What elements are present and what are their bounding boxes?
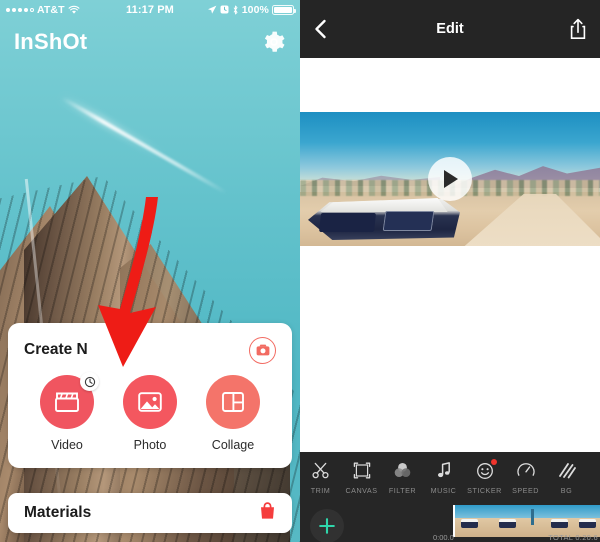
tool-canvas[interactable]: CANVAS xyxy=(341,460,382,495)
video-frame[interactable] xyxy=(300,112,600,246)
tool-filter[interactable]: FILTER xyxy=(382,460,423,495)
create-panel-title: Create N xyxy=(24,341,88,358)
tool-label: BG xyxy=(560,486,573,495)
timeline-row: 0:00.0 TOTAL 0:20.6 xyxy=(300,502,600,542)
battery-full-icon xyxy=(272,4,296,15)
battery-percent-label: 100% xyxy=(241,3,269,16)
edit-header: Edit xyxy=(300,0,600,58)
crop-frame-icon xyxy=(353,460,371,481)
page-title: Edit xyxy=(436,21,464,37)
materials-row[interactable]: Materials xyxy=(8,493,292,533)
status-bar-right: 100% xyxy=(207,3,296,16)
create-action-video[interactable]: Video xyxy=(30,372,104,452)
share-upload-icon[interactable] xyxy=(569,18,587,40)
shopping-bag-icon[interactable] xyxy=(259,501,276,525)
grid-layout-icon[interactable] xyxy=(206,375,260,429)
status-badge xyxy=(491,459,497,465)
bluetooth-icon xyxy=(232,5,239,15)
image-icon[interactable] xyxy=(123,375,177,429)
create-actions-row: Video Photo Collage xyxy=(24,372,276,452)
edit-toolbar-area: TRIM CANVAS FILTER MUSIC STICKER SPEED B… xyxy=(300,452,600,542)
create-action-label: Video xyxy=(51,438,83,452)
alarm-icon xyxy=(220,5,229,14)
create-action-label: Collage xyxy=(211,438,255,452)
tool-label: SPEED xyxy=(512,486,539,495)
play-icon[interactable] xyxy=(428,157,472,201)
gear-icon[interactable] xyxy=(262,30,286,54)
tool-music[interactable]: MUSIC xyxy=(423,460,464,495)
left-screen-home: AT&T 11:17 PM 100% InShOt Create N Video… xyxy=(0,0,300,542)
create-action-photo[interactable]: Photo xyxy=(113,375,187,452)
scissors-icon xyxy=(312,460,329,481)
camera-icon[interactable] xyxy=(249,336,276,364)
timeline-total-time: TOTAL 0:20.6 xyxy=(548,533,598,542)
clapperboard-icon[interactable] xyxy=(40,372,99,429)
app-logo-text: InShOt xyxy=(14,29,88,54)
dual-screenshot-container: AT&T 11:17 PM 100% InShOt Create N Video… xyxy=(0,0,600,542)
tool-label: FILTER xyxy=(388,486,417,495)
timeline-times: 0:00.0 TOTAL 0:20.6 xyxy=(300,530,600,542)
create-action-collage[interactable]: Collage xyxy=(196,375,270,452)
ios-status-bar: AT&T 11:17 PM 100% xyxy=(0,0,300,19)
tool-label: CANVAS xyxy=(345,486,378,495)
location-arrow-icon xyxy=(207,5,217,15)
tool-label: MUSIC xyxy=(430,486,457,495)
tool-trim[interactable]: TRIM xyxy=(300,460,341,495)
app-header: InShOt xyxy=(0,19,300,65)
edit-tools-row: TRIM CANVAS FILTER MUSIC STICKER SPEED B… xyxy=(300,452,600,502)
tool-label: TRIM xyxy=(310,486,331,495)
video-preview-area xyxy=(300,58,600,300)
video-camper-shell xyxy=(308,198,460,240)
chevron-left-icon[interactable] xyxy=(313,19,329,39)
music-note-icon xyxy=(437,460,451,481)
tool-sticker[interactable]: STICKER xyxy=(464,459,505,495)
tool-partial-next[interactable] xyxy=(587,460,600,486)
right-screen-edit: Edit TRIM CANVAS FILTER MUSIC STICKER SP… xyxy=(300,0,600,542)
tool-label: STICKER xyxy=(467,486,502,495)
red-arrow-icon xyxy=(96,195,176,375)
diagonal-stripes-icon xyxy=(558,460,576,481)
tool-speed[interactable]: SPEED xyxy=(505,460,546,495)
speedometer-icon xyxy=(516,460,535,481)
timeline-start-time: 0:00.0 xyxy=(433,533,454,542)
create-action-label: Photo xyxy=(133,438,167,452)
tool-bg[interactable]: BG xyxy=(546,460,587,495)
color-circles-icon xyxy=(393,460,412,481)
materials-label: Materials xyxy=(24,504,92,521)
